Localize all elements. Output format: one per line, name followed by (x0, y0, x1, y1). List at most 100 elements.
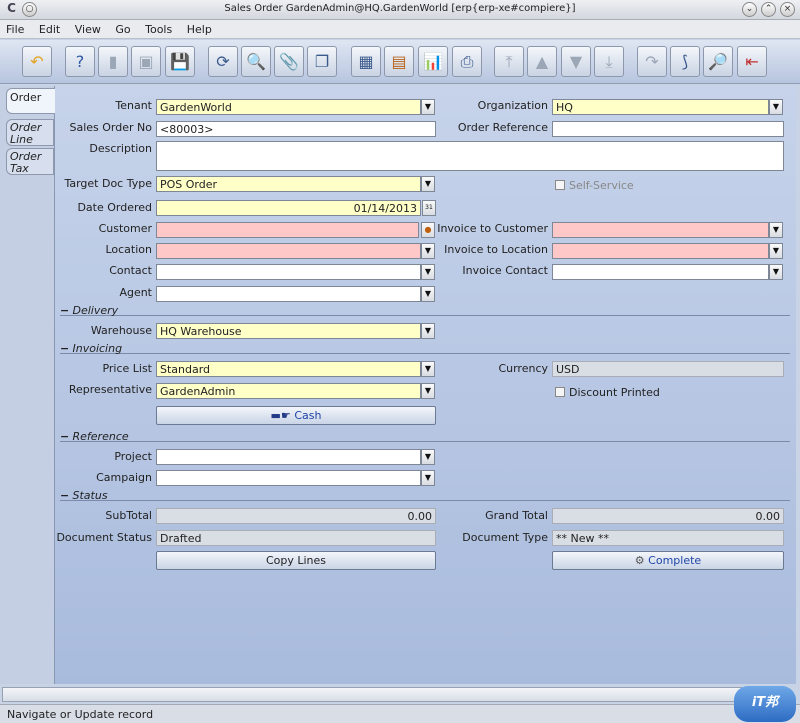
location-field[interactable] (156, 243, 421, 259)
document-type-field: ** New ** (552, 530, 784, 546)
workflow-icon[interactable]: ⟆ (670, 46, 700, 77)
contact-field[interactable] (156, 264, 421, 280)
campaign-field[interactable] (156, 470, 421, 486)
save-icon[interactable]: 💾 (165, 46, 195, 77)
menu-view[interactable]: View (69, 20, 106, 36)
attachment-icon[interactable]: 📎 (274, 46, 304, 77)
previous-record-icon[interactable]: ▲ (527, 46, 557, 77)
zoom-across-icon[interactable]: 🔎 (703, 46, 733, 77)
contact-dropdown-icon[interactable]: ▼ (421, 264, 435, 280)
agent-field[interactable] (156, 286, 421, 302)
print-icon[interactable]: ⎙ (452, 46, 482, 77)
tenant-dropdown-icon[interactable]: ▼ (421, 99, 435, 115)
customer-field[interactable] (156, 222, 419, 238)
customer-search-icon[interactable]: ● (421, 222, 435, 238)
campaign-dropdown-icon[interactable]: ▼ (421, 470, 435, 486)
tenant-label: Tenant (115, 99, 152, 112)
project-label: Project (114, 450, 152, 463)
status-text: Navigate or Update record (7, 708, 154, 721)
find-icon[interactable]: 🔍 (241, 46, 271, 77)
cash-button-label: Cash (294, 409, 322, 422)
collapse-icon: − (60, 342, 70, 355)
last-record-icon[interactable]: ⤓ (594, 46, 624, 77)
price-list-dropdown-icon[interactable]: ▼ (421, 361, 435, 377)
menu-help[interactable]: Help (181, 20, 217, 36)
discount-printed-label: Discount Printed (569, 386, 660, 399)
first-record-icon[interactable]: ⤒ (494, 46, 524, 77)
target-doc-type-dropdown-icon[interactable]: ▼ (421, 176, 435, 192)
help-icon[interactable]: ? (65, 46, 95, 77)
project-field[interactable] (156, 449, 421, 465)
next-record-icon[interactable]: ▼ (561, 46, 591, 77)
organization-field[interactable]: HQ (552, 99, 769, 115)
minimize-icon[interactable]: ⌄ (742, 2, 757, 17)
price-list-field[interactable]: Standard (156, 361, 421, 377)
copy-lines-button[interactable]: Copy Lines (156, 551, 436, 570)
order-form: Tenant GardenWorld ▼ Organization HQ ▼ S… (55, 86, 796, 684)
history-icon[interactable]: ▦ (351, 46, 381, 77)
organization-dropdown-icon[interactable]: ▼ (769, 99, 783, 115)
invoice-customer-label: Invoice to Customer (437, 222, 548, 235)
subtotal-label: SubTotal (105, 509, 152, 522)
invoice-contact-dropdown-icon[interactable]: ▼ (769, 264, 783, 280)
representative-dropdown-icon[interactable]: ▼ (421, 383, 435, 399)
undo-icon[interactable]: ↶ (22, 46, 52, 77)
menu-file[interactable]: File (0, 20, 29, 36)
menu-bar: File Edit View Go Tools Help (0, 20, 800, 39)
tab-order[interactable]: Order (6, 88, 56, 114)
section-reference-label: Reference (72, 430, 129, 443)
exit-icon[interactable]: ⇤ (737, 46, 767, 77)
section-invoicing[interactable]: − Invoicing (60, 342, 790, 355)
representative-field[interactable]: GardenAdmin (156, 383, 421, 399)
invoice-location-field[interactable] (552, 243, 769, 259)
collapse-icon: − (60, 489, 70, 502)
self-service-label: Self-Service (569, 179, 634, 192)
maximize-icon[interactable]: ⌃ (761, 2, 776, 17)
collapse-icon: − (60, 430, 70, 443)
invoice-customer-field[interactable] (552, 222, 769, 238)
menu-edit[interactable]: Edit (33, 20, 65, 36)
target-doc-type-label: Target Doc Type (64, 177, 152, 190)
tenant-field[interactable]: GardenWorld (156, 99, 421, 115)
menu-tools[interactable]: Tools (139, 20, 177, 36)
calendar-icon[interactable]: 31 (422, 200, 436, 216)
target-doc-type-field[interactable]: POS Order (156, 176, 421, 192)
report-icon[interactable]: 📊 (418, 46, 448, 77)
section-delivery[interactable]: − Delivery (60, 304, 790, 317)
warehouse-field[interactable]: HQ Warehouse (156, 323, 421, 339)
sales-order-no-field[interactable]: <80003> (156, 121, 436, 137)
menu-go[interactable]: Go (109, 20, 135, 36)
cash-button[interactable]: ▬☛ Cash (156, 406, 436, 425)
discount-printed-checkbox[interactable]: Discount Printed (555, 386, 660, 399)
tab-order-line[interactable]: Order Line (6, 119, 54, 146)
menu-icon[interactable]: ▤ (384, 46, 414, 77)
tab-order-label: Order (10, 91, 42, 104)
document-status-label: Document Status (56, 531, 152, 544)
refresh-icon[interactable]: ⟳ (208, 46, 238, 77)
invoice-contact-field[interactable] (552, 264, 769, 280)
invoice-customer-dropdown-icon[interactable]: ▼ (769, 222, 783, 238)
new-record-icon[interactable]: ▮ (98, 46, 128, 77)
process-icon[interactable]: ↷ (637, 46, 667, 77)
organization-label: Organization (477, 99, 548, 112)
project-dropdown-icon[interactable]: ▼ (421, 449, 435, 465)
description-field[interactable] (156, 141, 784, 171)
invoice-location-dropdown-icon[interactable]: ▼ (769, 243, 783, 259)
section-reference[interactable]: − Reference (60, 430, 790, 443)
order-reference-field[interactable] (552, 121, 784, 137)
location-dropdown-icon[interactable]: ▼ (421, 243, 435, 259)
subtotal-field: 0.00 (156, 508, 436, 524)
agent-dropdown-icon[interactable]: ▼ (421, 286, 435, 302)
close-icon[interactable]: × (780, 2, 795, 17)
delete-icon[interactable]: ▣ (131, 46, 161, 77)
complete-button[interactable]: ⚙ Complete (552, 551, 784, 570)
warehouse-dropdown-icon[interactable]: ▼ (421, 323, 435, 339)
campaign-label: Campaign (96, 471, 152, 484)
customer-label: Customer (98, 222, 152, 235)
grid-toggle-icon[interactable]: ❐ (307, 46, 337, 77)
date-ordered-field[interactable]: 01/14/2013 (156, 200, 421, 216)
tab-order-tax[interactable]: Order Tax (6, 148, 54, 175)
description-label: Description (89, 142, 152, 155)
section-status[interactable]: − Status (60, 489, 790, 502)
self-service-checkbox[interactable]: Self-Service (555, 179, 634, 192)
